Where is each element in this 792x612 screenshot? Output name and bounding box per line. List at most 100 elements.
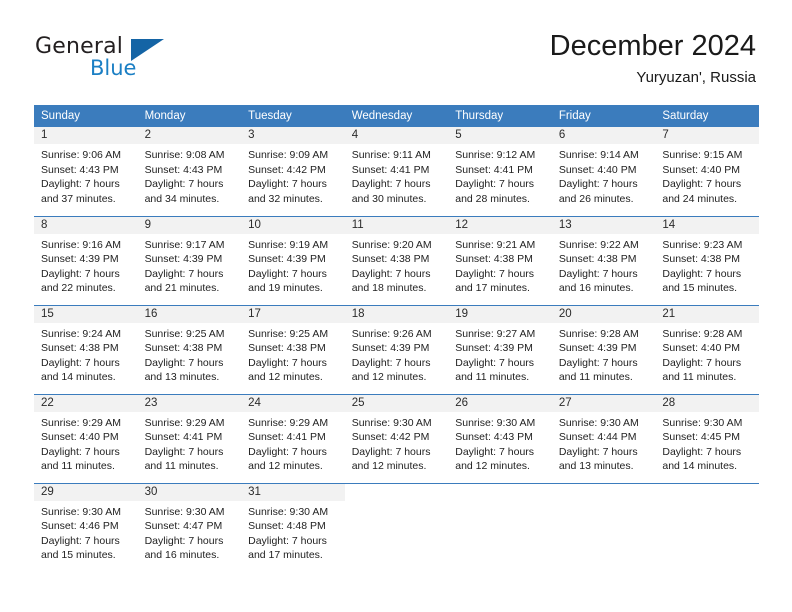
day-detail-line: and 11 minutes. bbox=[144, 460, 219, 472]
day-detail-line: Daylight: 7 hours bbox=[351, 356, 431, 369]
day-number: 21 bbox=[655, 305, 759, 323]
day-cell[interactable]: 13 Sunrise: 9:22 AM Sunset: 4:38 PM Dayligh… bbox=[551, 215, 656, 305]
day-details: Sunrise: 9:30 AM Sunset: 4:45 PM Daylight:… bbox=[655, 412, 759, 474]
day-detail-line: Daylight: 7 hours bbox=[144, 356, 224, 369]
day-cell[interactable]: 1 Sunrise: 9:06 AM Sunset: 4:43 PM Daylight… bbox=[34, 127, 138, 216]
day-cell[interactable]: 2 Sunrise: 9:08 AM Sunset: 4:43 PM Daylight… bbox=[137, 127, 242, 216]
day-cell[interactable]: 11 Sunrise: 9:20 AM Sunset: 4:38 PM Dayligh… bbox=[344, 215, 449, 305]
day-detail-line: Sunrise: 9:28 AM bbox=[558, 327, 639, 340]
day-detail-line: Sunset: 4:38 PM bbox=[41, 342, 119, 354]
day-cell[interactable]: 14 Sunrise: 9:23 AM Sunset: 4:38 PM Dayligh… bbox=[655, 215, 759, 305]
day-cell[interactable]: 6 Sunrise: 9:14 AM Sunset: 4:40 PM Daylight… bbox=[551, 127, 656, 216]
day-detail-line: and 17 minutes. bbox=[248, 549, 323, 561]
day-number: 7 bbox=[655, 127, 759, 144]
day-details: Sunrise: 9:30 AM Sunset: 4:48 PM Daylight:… bbox=[241, 501, 345, 563]
day-detail-line: Sunrise: 9:25 AM bbox=[144, 327, 225, 340]
calendar-page: General Blue December 2024 Yuryuzan', Ru… bbox=[0, 0, 792, 612]
day-cell[interactable]: 7 Sunrise: 9:15 AM Sunset: 4:40 PM Daylight… bbox=[655, 127, 759, 216]
day-cell[interactable]: 25 Sunrise: 9:30 AM Sunset: 4:42 PM Dayligh… bbox=[344, 393, 449, 483]
day-cell[interactable]: 12 Sunrise: 9:21 AM Sunset: 4:38 PM Dayligh… bbox=[448, 215, 552, 305]
brand-logo[interactable]: General Blue bbox=[35, 34, 235, 86]
day-cell[interactable]: 15 Sunrise: 9:24 AM Sunset: 4:38 PM Dayligh… bbox=[34, 304, 138, 394]
calendar-week-row: 15 Sunrise: 9:24 AM Sunset: 4:38 PM Dayligh… bbox=[34, 304, 759, 394]
day-details: Sunrise: 9:15 AM Sunset: 4:40 PM Daylight:… bbox=[655, 144, 759, 206]
day-number: 6 bbox=[551, 127, 656, 144]
day-cell[interactable]: 3 Sunrise: 9:09 AM Sunset: 4:42 PM Daylight… bbox=[241, 127, 345, 216]
day-detail-line: Daylight: 7 hours bbox=[662, 356, 742, 369]
day-detail-line: and 22 minutes. bbox=[41, 282, 116, 294]
day-detail-line: Sunrise: 9:25 AM bbox=[248, 327, 329, 340]
day-detail-line: Daylight: 7 hours bbox=[455, 356, 535, 369]
day-cell[interactable]: 9 Sunrise: 9:17 AM Sunset: 4:39 PM Daylight… bbox=[137, 215, 242, 305]
day-detail-line: Sunset: 4:38 PM bbox=[248, 342, 326, 354]
day-cell[interactable]: 22 Sunrise: 9:29 AM Sunset: 4:40 PM Dayligh… bbox=[34, 393, 138, 483]
day-cell[interactable]: 28 Sunrise: 9:30 AM Sunset: 4:45 PM Dayligh… bbox=[655, 393, 759, 483]
day-details: Sunrise: 9:25 AM Sunset: 4:38 PM Daylight:… bbox=[241, 323, 345, 385]
day-detail-line: Sunset: 4:44 PM bbox=[558, 431, 637, 443]
day-detail-line: Daylight: 7 hours bbox=[558, 267, 638, 280]
day-number: 29 bbox=[34, 483, 138, 501]
day-cell[interactable]: 29 Sunrise: 9:30 AM Sunset: 4:46 PM Dayligh… bbox=[34, 482, 138, 572]
day-cell[interactable]: 17 Sunrise: 9:25 AM Sunset: 4:38 PM Dayligh… bbox=[241, 304, 345, 394]
day-cell[interactable]: 23 Sunrise: 9:29 AM Sunset: 4:41 PM Dayligh… bbox=[137, 393, 242, 483]
day-detail-line: Sunset: 4:42 PM bbox=[351, 431, 430, 443]
day-cell[interactable]: 26 Sunrise: 9:30 AM Sunset: 4:43 PM Dayligh… bbox=[448, 393, 552, 483]
day-details: Sunrise: 9:24 AM Sunset: 4:38 PM Daylight:… bbox=[34, 323, 138, 385]
day-number: 5 bbox=[448, 127, 552, 144]
calendar-week-row: 8 Sunrise: 9:16 AM Sunset: 4:39 PM Daylight… bbox=[34, 215, 759, 305]
day-number: 12 bbox=[448, 216, 552, 234]
day-number: 18 bbox=[344, 305, 449, 323]
weekday-header-tuesday: Tuesday bbox=[241, 105, 345, 127]
day-cell[interactable]: 18 Sunrise: 9:26 AM Sunset: 4:39 PM Dayligh… bbox=[344, 304, 449, 394]
day-detail-line: Daylight: 7 hours bbox=[455, 267, 535, 280]
day-cell[interactable]: 5 Sunrise: 9:12 AM Sunset: 4:41 PM Daylight… bbox=[448, 127, 552, 216]
day-cell[interactable]: 21 Sunrise: 9:28 AM Sunset: 4:40 PM Dayligh… bbox=[655, 304, 759, 394]
day-detail-line: Sunset: 4:39 PM bbox=[248, 253, 326, 265]
day-detail-line: and 32 minutes. bbox=[248, 192, 323, 205]
day-details: Sunrise: 9:22 AM Sunset: 4:38 PM Daylight:… bbox=[552, 234, 656, 296]
day-detail-line: Sunset: 4:43 PM bbox=[41, 163, 119, 176]
day-detail-line: Sunset: 4:38 PM bbox=[662, 253, 741, 265]
day-details: Sunrise: 9:23 AM Sunset: 4:38 PM Daylight:… bbox=[655, 234, 759, 296]
day-details: Sunrise: 9:27 AM Sunset: 4:39 PM Daylight:… bbox=[448, 323, 552, 385]
day-cell[interactable]: 30 Sunrise: 9:30 AM Sunset: 4:47 PM Dayligh… bbox=[137, 482, 242, 572]
day-detail-line: Daylight: 7 hours bbox=[558, 178, 638, 190]
day-cell[interactable]: 20 Sunrise: 9:28 AM Sunset: 4:39 PM Dayligh… bbox=[551, 304, 656, 394]
day-cell[interactable]: 31 Sunrise: 9:30 AM Sunset: 4:48 PM Dayligh… bbox=[241, 482, 345, 572]
day-number: 11 bbox=[344, 216, 449, 234]
day-detail-line: Sunrise: 9:30 AM bbox=[41, 505, 121, 518]
day-number: 8 bbox=[34, 216, 138, 234]
day-detail-line: Sunset: 4:40 PM bbox=[41, 431, 119, 443]
day-cell-empty bbox=[448, 482, 552, 572]
day-cell[interactable]: 16 Sunrise: 9:25 AM Sunset: 4:38 PM Dayligh… bbox=[137, 304, 242, 394]
day-detail-line: Sunrise: 9:30 AM bbox=[455, 416, 536, 429]
day-detail-line: and 15 minutes. bbox=[41, 549, 116, 561]
day-detail-line: Daylight: 7 hours bbox=[144, 267, 224, 280]
day-detail-line: Sunset: 4:38 PM bbox=[455, 253, 533, 265]
day-detail-line: Sunset: 4:39 PM bbox=[41, 253, 119, 265]
day-detail-line: Daylight: 7 hours bbox=[248, 445, 327, 458]
day-detail-line: Daylight: 7 hours bbox=[455, 178, 535, 190]
day-detail-line: Daylight: 7 hours bbox=[662, 267, 742, 280]
day-details: Sunrise: 9:09 AM Sunset: 4:42 PM Daylight:… bbox=[241, 144, 345, 206]
day-detail-line: Sunset: 4:39 PM bbox=[351, 342, 430, 354]
day-cell[interactable]: 19 Sunrise: 9:27 AM Sunset: 4:39 PM Dayligh… bbox=[448, 304, 552, 394]
day-cell[interactable]: 27 Sunrise: 9:30 AM Sunset: 4:44 PM Dayligh… bbox=[551, 393, 656, 483]
day-cell[interactable]: 10 Sunrise: 9:19 AM Sunset: 4:39 PM Dayligh… bbox=[241, 215, 345, 305]
day-detail-line: and 12 minutes. bbox=[455, 460, 530, 472]
title-block: December 2024 Yuryuzan', Russia bbox=[550, 28, 756, 88]
day-cell-empty bbox=[551, 482, 656, 572]
day-detail-line: Daylight: 7 hours bbox=[351, 445, 431, 458]
day-cell[interactable]: 24 Sunrise: 9:29 AM Sunset: 4:41 PM Dayligh… bbox=[241, 393, 345, 483]
day-detail-line: Sunrise: 9:14 AM bbox=[558, 149, 639, 161]
day-details: Sunrise: 9:30 AM Sunset: 4:46 PM Daylight:… bbox=[34, 501, 138, 563]
day-details: Sunrise: 9:19 AM Sunset: 4:39 PM Daylight:… bbox=[241, 234, 345, 296]
day-detail-line: Daylight: 7 hours bbox=[662, 178, 742, 190]
day-detail-line: Sunset: 4:41 PM bbox=[455, 163, 533, 176]
day-cell[interactable]: 4 Sunrise: 9:11 AM Sunset: 4:41 PM Daylight… bbox=[344, 127, 449, 216]
brand-name-bottom: Blue bbox=[90, 56, 137, 80]
day-details: Sunrise: 9:30 AM Sunset: 4:43 PM Daylight:… bbox=[448, 412, 552, 474]
day-detail-line: Sunset: 4:40 PM bbox=[558, 163, 637, 176]
day-cell[interactable]: 8 Sunrise: 9:16 AM Sunset: 4:39 PM Daylight… bbox=[34, 215, 138, 305]
day-detail-line: Sunrise: 9:06 AM bbox=[41, 149, 121, 161]
